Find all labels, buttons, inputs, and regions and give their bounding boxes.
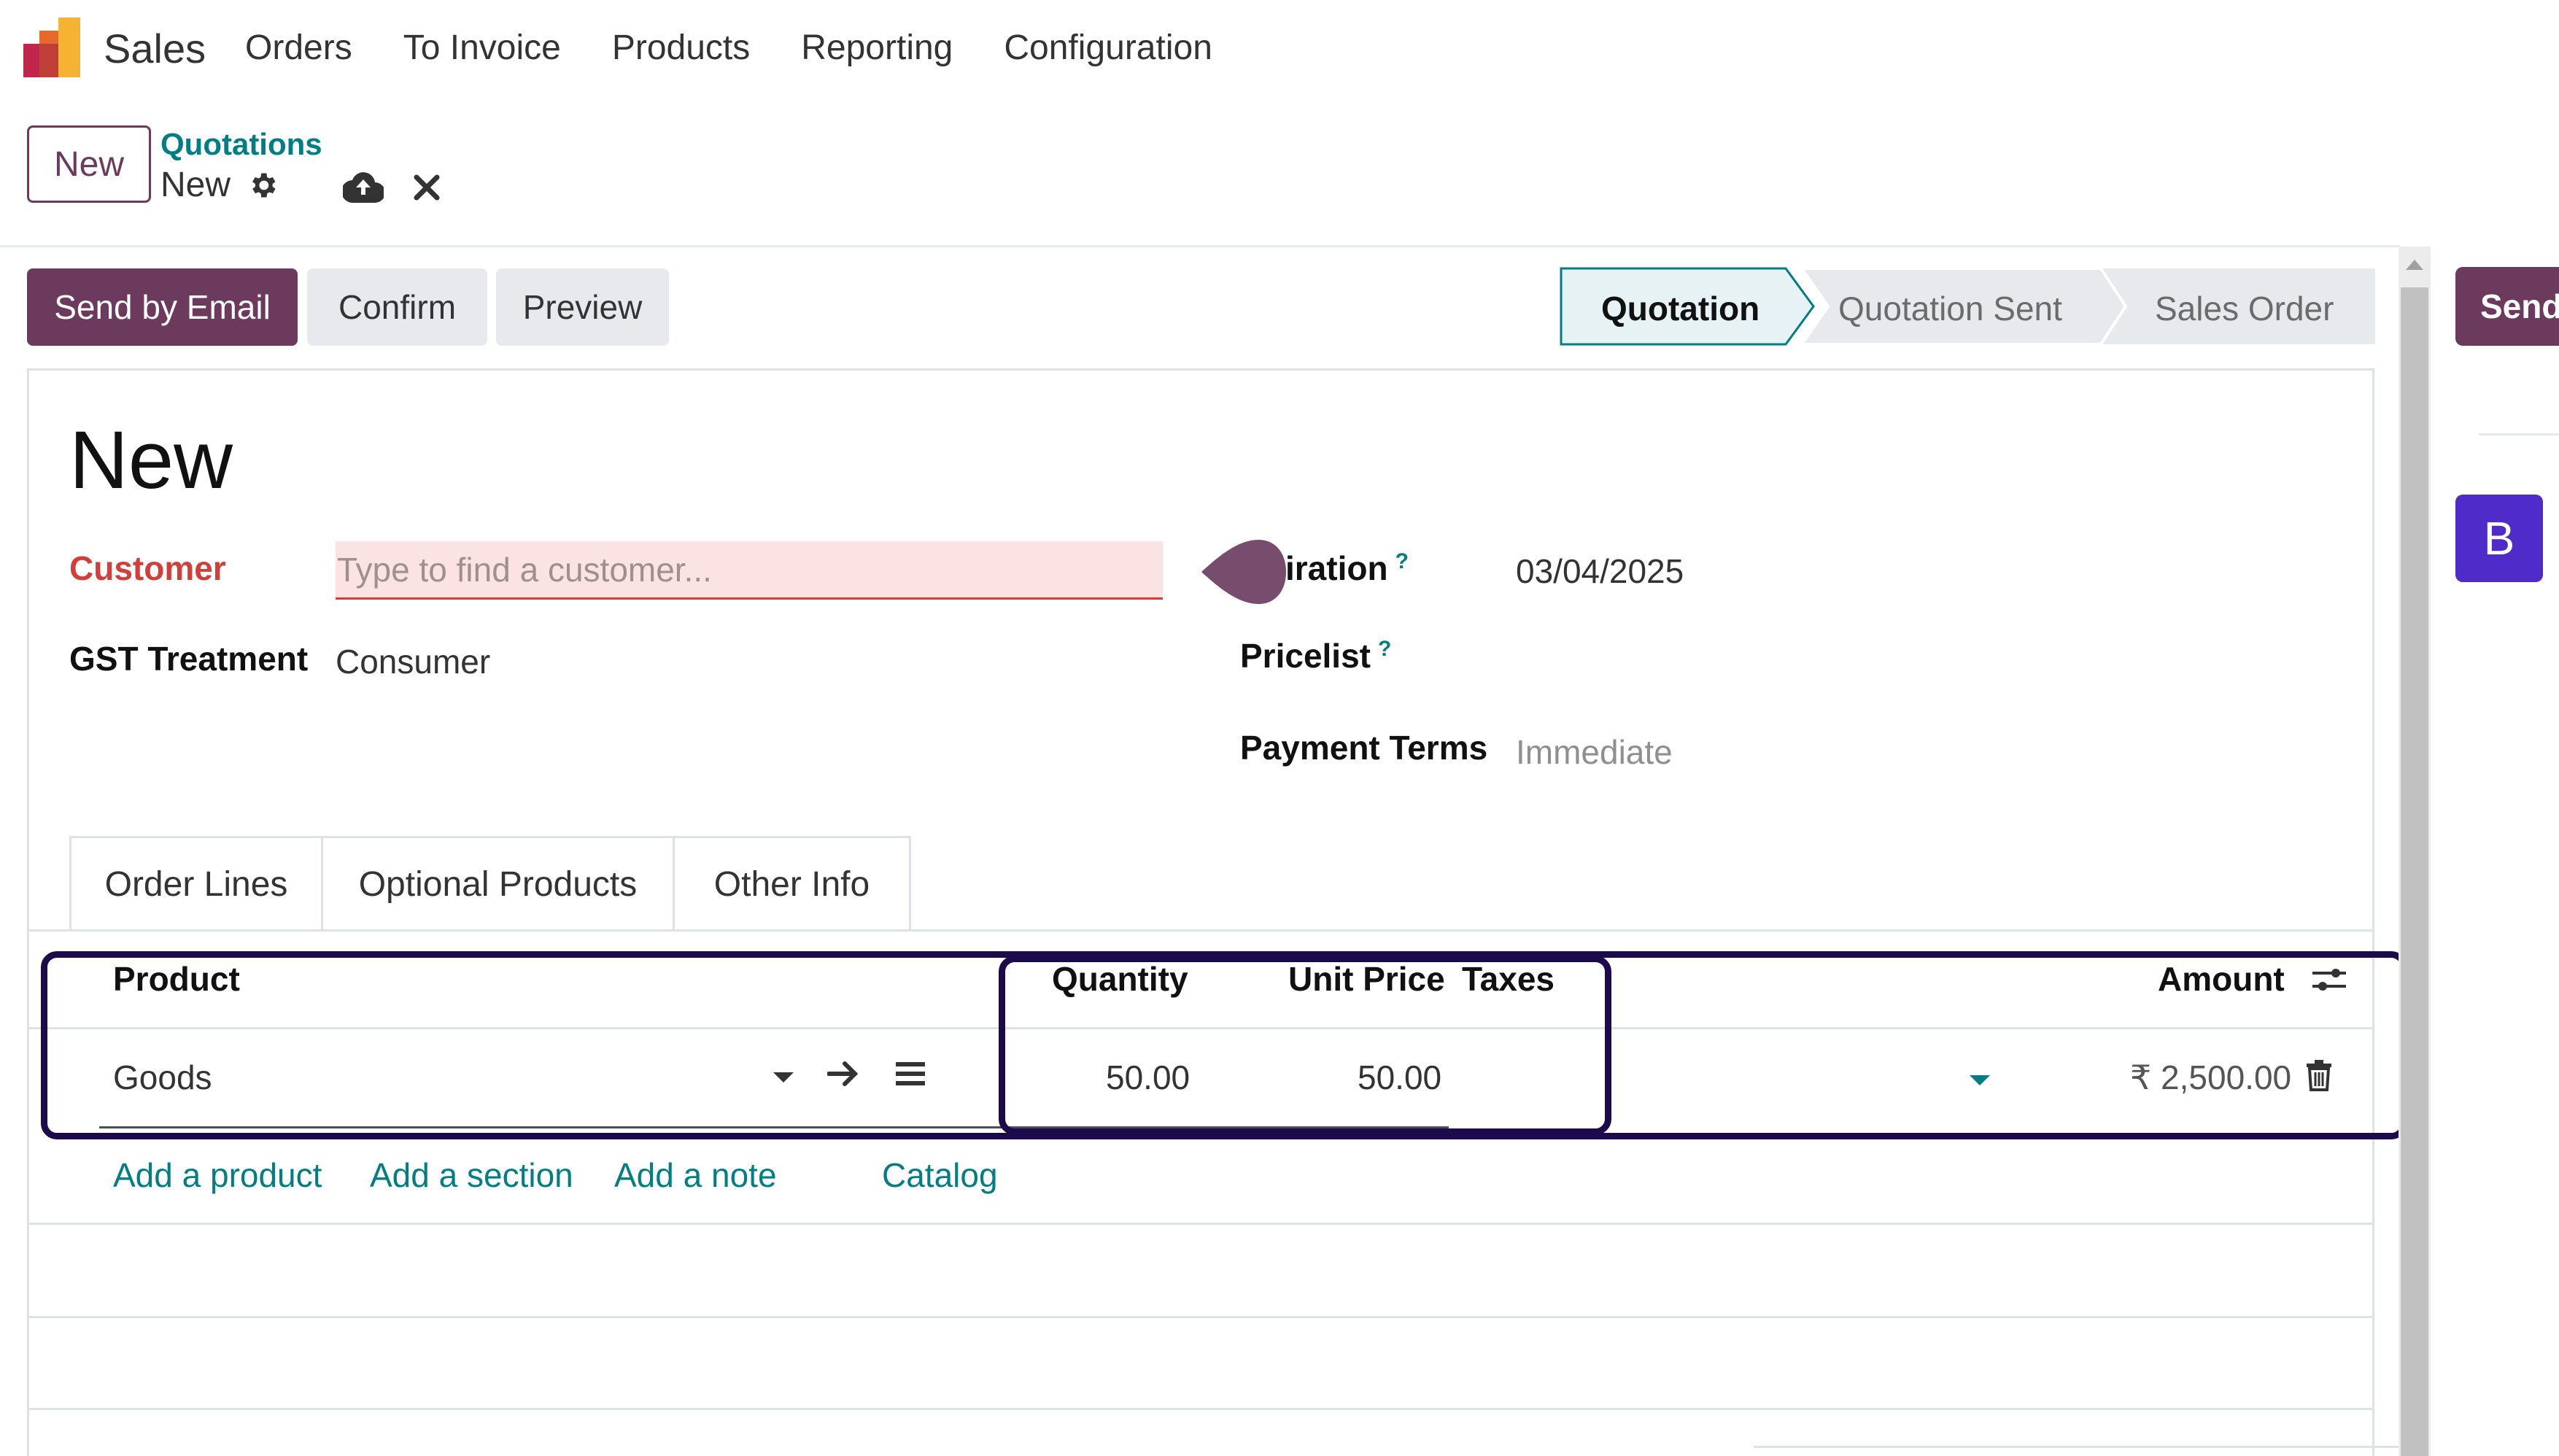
add-note-link[interactable]: Add a note (614, 1155, 777, 1195)
save-cloud-icon[interactable] (343, 169, 384, 203)
customer-input[interactable] (336, 541, 1163, 600)
menu-to-invoice[interactable]: To Invoice (403, 28, 561, 68)
gst-treatment-value[interactable]: Consumer (336, 642, 490, 681)
payment-terms-value[interactable]: Immediate (1516, 732, 1673, 772)
stage-sales-order[interactable]: Sales Order (2155, 289, 2334, 328)
new-record-button[interactable]: New (27, 125, 151, 203)
pricelist-label: Pricelist? (1240, 636, 1391, 675)
chatter-divider (2479, 433, 2559, 435)
menu-reporting[interactable]: Reporting (801, 28, 953, 68)
breadcrumb-current-label: New (160, 166, 231, 204)
preview-button[interactable]: Preview (496, 268, 669, 346)
pointer-blob-icon (1201, 540, 1286, 604)
payment-terms-label: Payment Terms (1240, 729, 1488, 767)
discard-close-icon[interactable] (413, 174, 441, 201)
status-stages: Quotation Quotation Sent Sales Order (1560, 266, 2375, 347)
tab-optional-products[interactable]: Optional Products (323, 836, 675, 931)
quantity-price-highlight-box (999, 956, 1611, 1135)
send-by-email-button[interactable]: Send by Email (27, 268, 298, 346)
expiration-label: iration? (1285, 549, 1409, 588)
table-empty-row-line-3 (29, 1408, 2374, 1410)
tab-order-lines[interactable]: Order Lines (69, 836, 323, 931)
tab-other-info[interactable]: Other Info (675, 836, 911, 931)
stage-quotation-sent[interactable]: Quotation Sent (1838, 289, 2062, 328)
pricelist-label-text: Pricelist (1240, 637, 1371, 675)
expiration-value[interactable]: 03/04/2025 (1516, 551, 1684, 591)
menu-orders[interactable]: Orders (245, 28, 352, 68)
breadcrumb-current: New (160, 165, 279, 205)
table-empty-row-line-2 (29, 1316, 2374, 1318)
record-title: New (69, 414, 233, 506)
gst-treatment-label: GST Treatment (69, 640, 309, 678)
user-avatar[interactable]: B (2455, 495, 2543, 582)
breadcrumb-quotations[interactable]: Quotations (160, 127, 322, 162)
pricelist-help-icon[interactable]: ? (1378, 637, 1391, 661)
add-section-link[interactable]: Add a section (370, 1155, 573, 1195)
expiration-help-icon[interactable]: ? (1395, 549, 1409, 573)
add-product-link[interactable]: Add a product (113, 1155, 322, 1195)
confirm-button[interactable]: Confirm (307, 268, 487, 346)
scrollbar-thumb[interactable] (2401, 287, 2428, 1456)
totals-divider (1754, 1446, 2399, 1448)
gear-icon[interactable] (247, 169, 279, 201)
main-menu: Orders To Invoice Products Reporting Con… (245, 28, 1263, 68)
app-root: Sales Orders To Invoice Products Reporti… (0, 0, 2559, 1456)
tabs-underline (29, 929, 2374, 932)
app-name[interactable]: Sales (104, 25, 206, 72)
menu-products[interactable]: Products (612, 28, 750, 68)
stage-quotation[interactable]: Quotation (1601, 289, 1759, 328)
customer-label: Customer (69, 549, 226, 587)
expiration-label-text: iration (1285, 549, 1388, 587)
catalog-link[interactable]: Catalog (882, 1155, 998, 1195)
header-divider (0, 245, 2400, 247)
sales-app-logo-icon[interactable] (23, 18, 83, 77)
scroll-up-arrow-icon[interactable] (2406, 260, 2423, 270)
chatter-send-button[interactable]: Send (2455, 267, 2559, 346)
table-empty-row-line-1 (29, 1223, 2374, 1225)
menu-configuration[interactable]: Configuration (1004, 28, 1212, 68)
top-navbar: Sales Orders To Invoice Products Reporti… (0, 0, 2559, 98)
